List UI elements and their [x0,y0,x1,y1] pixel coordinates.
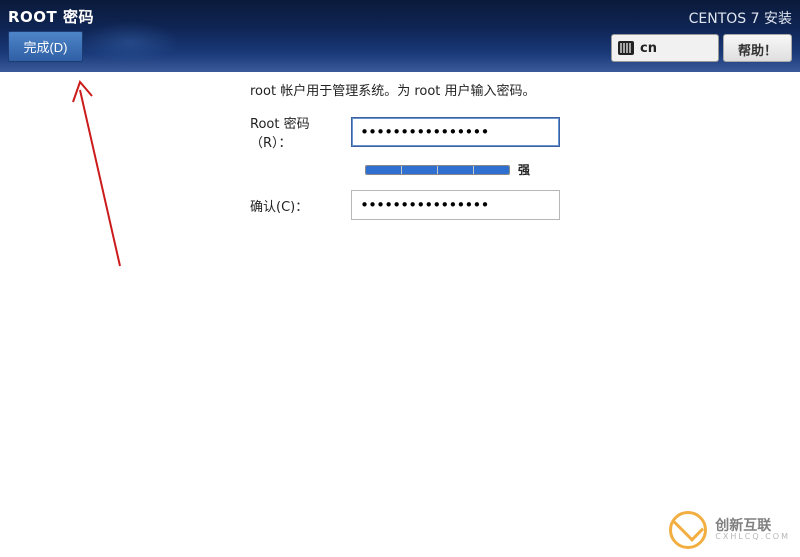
annotation-arrow [70,78,130,268]
password-strength-row: 强 [365,161,560,178]
password-strength-meter [365,165,510,175]
keyboard-layout-selector[interactable]: cn [611,34,719,62]
watermark-sub: CXHLCQ.COM [715,533,790,541]
root-password-input[interactable] [351,117,560,147]
installer-header: ROOT 密码 完成(D) CENTOS 7 安装 cn 帮助！ [0,0,800,72]
password-strength-label: 强 [518,161,530,178]
done-button[interactable]: 完成(D) [8,31,83,62]
password-label: Root 密码（R）： [250,113,351,151]
keyboard-layout-code: cn [640,41,657,56]
install-title: CENTOS 7 安装 [689,8,792,28]
confirm-label: 确认(C)： [250,196,351,215]
form-description: root 帐户用于管理系统。为 root 用户输入密码。 [250,80,560,99]
header-right: CENTOS 7 安装 cn 帮助！ [611,6,792,62]
lang-help-row: cn 帮助！ [611,34,792,62]
keyboard-icon [618,41,634,55]
password-row: Root 密码（R）： [250,113,560,151]
watermark-text: 创新互联 CXHLCQ.COM [715,519,790,541]
confirm-row: 确认(C)： [250,190,560,220]
page-title: ROOT 密码 [8,6,94,27]
header-left: ROOT 密码 完成(D) [8,6,94,62]
watermark-icon [669,511,707,549]
watermark-logo: 创新互联 CXHLCQ.COM [669,511,790,549]
confirm-password-input[interactable] [351,190,560,220]
help-button[interactable]: 帮助！ [723,34,792,62]
root-password-form: root 帐户用于管理系统。为 root 用户输入密码。 Root 密码（R）：… [250,80,560,230]
